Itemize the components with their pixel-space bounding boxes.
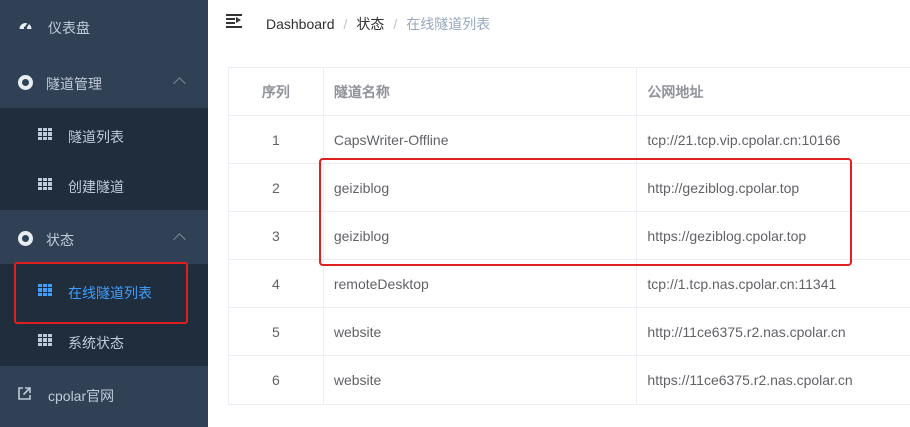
sidebar-group-label: 状态: [46, 232, 74, 248]
sidebar-item-label: 隧道列表: [68, 129, 124, 145]
cell-tunnel-name: website: [324, 308, 638, 355]
sidebar: 仪表盘 隧道管理 隧道列表 创建隧道 状态 在线隧道列表 系统状态 cpolar…: [0, 0, 208, 427]
breadcrumb-separator: /: [343, 16, 348, 32]
breadcrumb-status[interactable]: 状态: [356, 14, 384, 34]
cell-public-url: https://11ce6375.r2.nas.cpolar.cn: [647, 372, 853, 388]
cell-tunnel-name: website: [324, 356, 638, 404]
breadcrumb-separator: /: [393, 16, 398, 32]
sidebar-item-dashboard[interactable]: 仪表盘: [0, 0, 208, 52]
grid-icon: [38, 178, 52, 190]
cell-index: 2: [229, 164, 324, 211]
table-header-row: 序列 隧道名称 公网地址: [229, 68, 910, 116]
column-header-tunnel-name: 隧道名称: [324, 68, 638, 116]
sidebar-item-label: 仪表盘: [48, 20, 90, 36]
dashboard-icon: [18, 18, 33, 32]
sidebar-item-cpolar-website[interactable]: cpolar官网: [0, 368, 208, 420]
column-header-public-url: 公网地址: [647, 84, 704, 100]
cell-tunnel-name: remoteDesktop: [324, 260, 638, 307]
sidebar-item-label: 系统状态: [68, 335, 124, 351]
cell-index: 1: [229, 116, 324, 163]
breadcrumb: Dashboard / 状态 / 在线隧道列表: [266, 14, 490, 34]
chevron-up-icon: [173, 77, 186, 90]
grid-icon: [38, 334, 52, 346]
cell-public-url: tcp://21.tcp.vip.cpolar.cn:10166: [647, 131, 841, 148]
breadcrumb-dashboard[interactable]: Dashboard: [266, 16, 335, 32]
annotation-highlight-box: [319, 158, 852, 266]
cell-public-url: tcp://1.tcp.nas.cpolar.cn:11341: [647, 275, 837, 292]
cell-index: 3: [229, 212, 324, 259]
chevron-up-icon: [173, 233, 186, 246]
table-row: 6 website https://11ce6375.r2.nas.cpolar…: [229, 356, 910, 404]
annotation-highlight-box: [14, 262, 188, 324]
sidebar-group-tunnel-management[interactable]: 隧道管理: [0, 56, 208, 108]
sidebar-group-label: 隧道管理: [46, 76, 102, 92]
sidebar-item-label: cpolar官网: [48, 388, 115, 404]
cell-tunnel-name: CapsWriter-Offline: [324, 116, 638, 163]
external-link-icon: [17, 386, 32, 401]
sidebar-item-create-tunnel[interactable]: 创建隧道: [0, 160, 208, 210]
breadcrumb-current: 在线隧道列表: [406, 16, 491, 32]
circle-icon: [18, 75, 33, 90]
grid-icon: [38, 128, 52, 140]
sidebar-item-tunnel-list[interactable]: 隧道列表: [0, 110, 208, 160]
cell-index: 6: [229, 356, 324, 404]
sidebar-group-status[interactable]: 状态: [0, 212, 208, 264]
sidebar-item-label: 创建隧道: [68, 179, 124, 195]
cell-public-url: http://11ce6375.r2.nas.cpolar.cn: [647, 323, 846, 340]
cell-index: 4: [229, 260, 324, 307]
table-row: 5 website http://11ce6375.r2.nas.cpolar.…: [229, 308, 910, 356]
cell-index: 5: [229, 308, 324, 355]
table-row: 1 CapsWriter-Offline tcp://21.tcp.vip.cp…: [229, 116, 910, 164]
column-header-index: 序列: [229, 68, 324, 116]
circle-icon: [18, 231, 33, 246]
menu-toggle-icon[interactable]: [226, 14, 242, 28]
table-row: 4 remoteDesktop tcp://1.tcp.nas.cpolar.c…: [229, 260, 910, 308]
top-navbar: Dashboard / 状态 / 在线隧道列表: [208, 0, 910, 46]
